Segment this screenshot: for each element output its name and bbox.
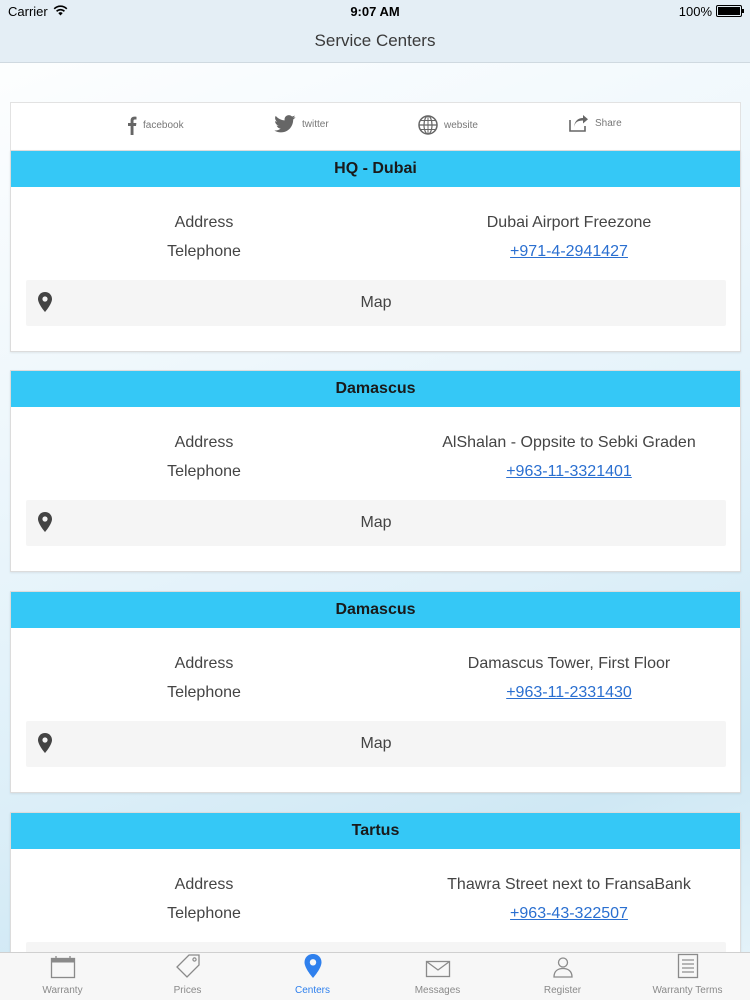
map-label: Map [360, 735, 392, 752]
center-name: HQ - Dubai [11, 151, 740, 187]
phone-link[interactable]: +963-11-2331430 [397, 684, 741, 702]
address-value: Damascus Tower, First Floor [467, 655, 671, 672]
service-center-card: HQ - Dubai Address Dubai Airport Freezon… [10, 150, 741, 352]
map-pin-icon [38, 292, 52, 317]
tab-bar: Warranty Prices Centers Messages Registe… [0, 952, 750, 1000]
tab-warranty[interactable]: Warranty [0, 953, 125, 1000]
address-label: Address [174, 214, 234, 231]
globe-icon [418, 115, 438, 135]
center-name: Damascus [11, 371, 740, 407]
address-value: Thawra Street next to FransaBank [447, 876, 691, 893]
address-label: Address [174, 434, 234, 451]
clock: 9:07 AM [350, 3, 400, 19]
telephone-label: Telephone [167, 243, 241, 260]
twitter-link[interactable]: twitter [274, 115, 329, 133]
map-button[interactable]: Map [26, 942, 726, 952]
document-icon [676, 953, 700, 982]
website-link[interactable]: website [418, 115, 478, 135]
phone-link[interactable]: +963-43-322507 [397, 905, 741, 923]
center-name: Damascus [11, 592, 740, 628]
battery-icon [716, 5, 744, 17]
service-center-card: Tartus Address Thawra Street next to Fra… [10, 812, 741, 952]
tab-label: Warranty Terms [652, 985, 723, 996]
social-share-bar: facebook twitter website Share [10, 102, 741, 150]
map-pin-icon [38, 733, 52, 758]
tab-label: Warranty [42, 985, 83, 996]
tab-centers[interactable]: Centers [250, 953, 375, 1000]
map-button[interactable]: Map [26, 500, 726, 546]
phone-link[interactable]: +963-11-3321401 [397, 463, 741, 481]
map-label: Map [360, 514, 392, 531]
share-label: Share [595, 118, 622, 129]
tab-warranty-terms[interactable]: Warranty Terms [625, 953, 750, 1000]
facebook-link[interactable]: facebook [127, 115, 184, 135]
tab-label: Messages [414, 985, 461, 996]
carrier-label: Carrier [8, 3, 48, 19]
address-label: Address [174, 876, 234, 893]
facebook-label: facebook [143, 119, 184, 131]
address-value: AlShalan - Oppsite to Sebki Graden [442, 434, 696, 451]
telephone-label: Telephone [167, 684, 241, 701]
price-tag-icon [175, 953, 201, 982]
map-button[interactable]: Map [26, 721, 726, 767]
envelope-icon [425, 959, 451, 982]
status-bar: Carrier 9:07 AM 100% [0, 0, 750, 22]
center-name: Tartus [11, 813, 740, 849]
website-label: website [444, 119, 478, 131]
address-label: Address [174, 655, 234, 672]
tab-label: Register [543, 985, 582, 996]
address-value: Dubai Airport Freezone [486, 214, 652, 231]
wifi-icon [53, 4, 68, 19]
page-title: Service Centers [314, 31, 436, 50]
tab-register[interactable]: Register [500, 953, 625, 1000]
share-button[interactable]: Share [569, 115, 622, 132]
tab-label: Prices [173, 985, 202, 996]
tab-messages[interactable]: Messages [375, 953, 500, 1000]
battery-percent: 100% [678, 3, 712, 19]
calendar-icon [50, 955, 76, 982]
scroll-content[interactable]: facebook twitter website Share HQ - Duba… [0, 64, 750, 952]
service-center-card: Damascus Address Damascus Tower, First F… [10, 591, 741, 793]
telephone-label: Telephone [167, 463, 241, 480]
service-center-card: Damascus Address AlShalan - Oppsite to S… [10, 370, 741, 572]
phone-link[interactable]: +971-4-2941427 [397, 243, 741, 261]
location-pin-icon [303, 953, 323, 982]
facebook-icon [127, 115, 137, 135]
share-icon [569, 115, 589, 132]
telephone-label: Telephone [167, 905, 241, 922]
user-icon [551, 955, 575, 982]
tab-label: Centers [294, 985, 330, 996]
map-pin-icon [38, 512, 52, 537]
twitter-icon [274, 115, 296, 133]
twitter-label: twitter [302, 118, 329, 130]
tab-prices[interactable]: Prices [125, 953, 250, 1000]
map-button[interactable]: Map [26, 280, 726, 326]
map-label: Map [360, 294, 392, 311]
